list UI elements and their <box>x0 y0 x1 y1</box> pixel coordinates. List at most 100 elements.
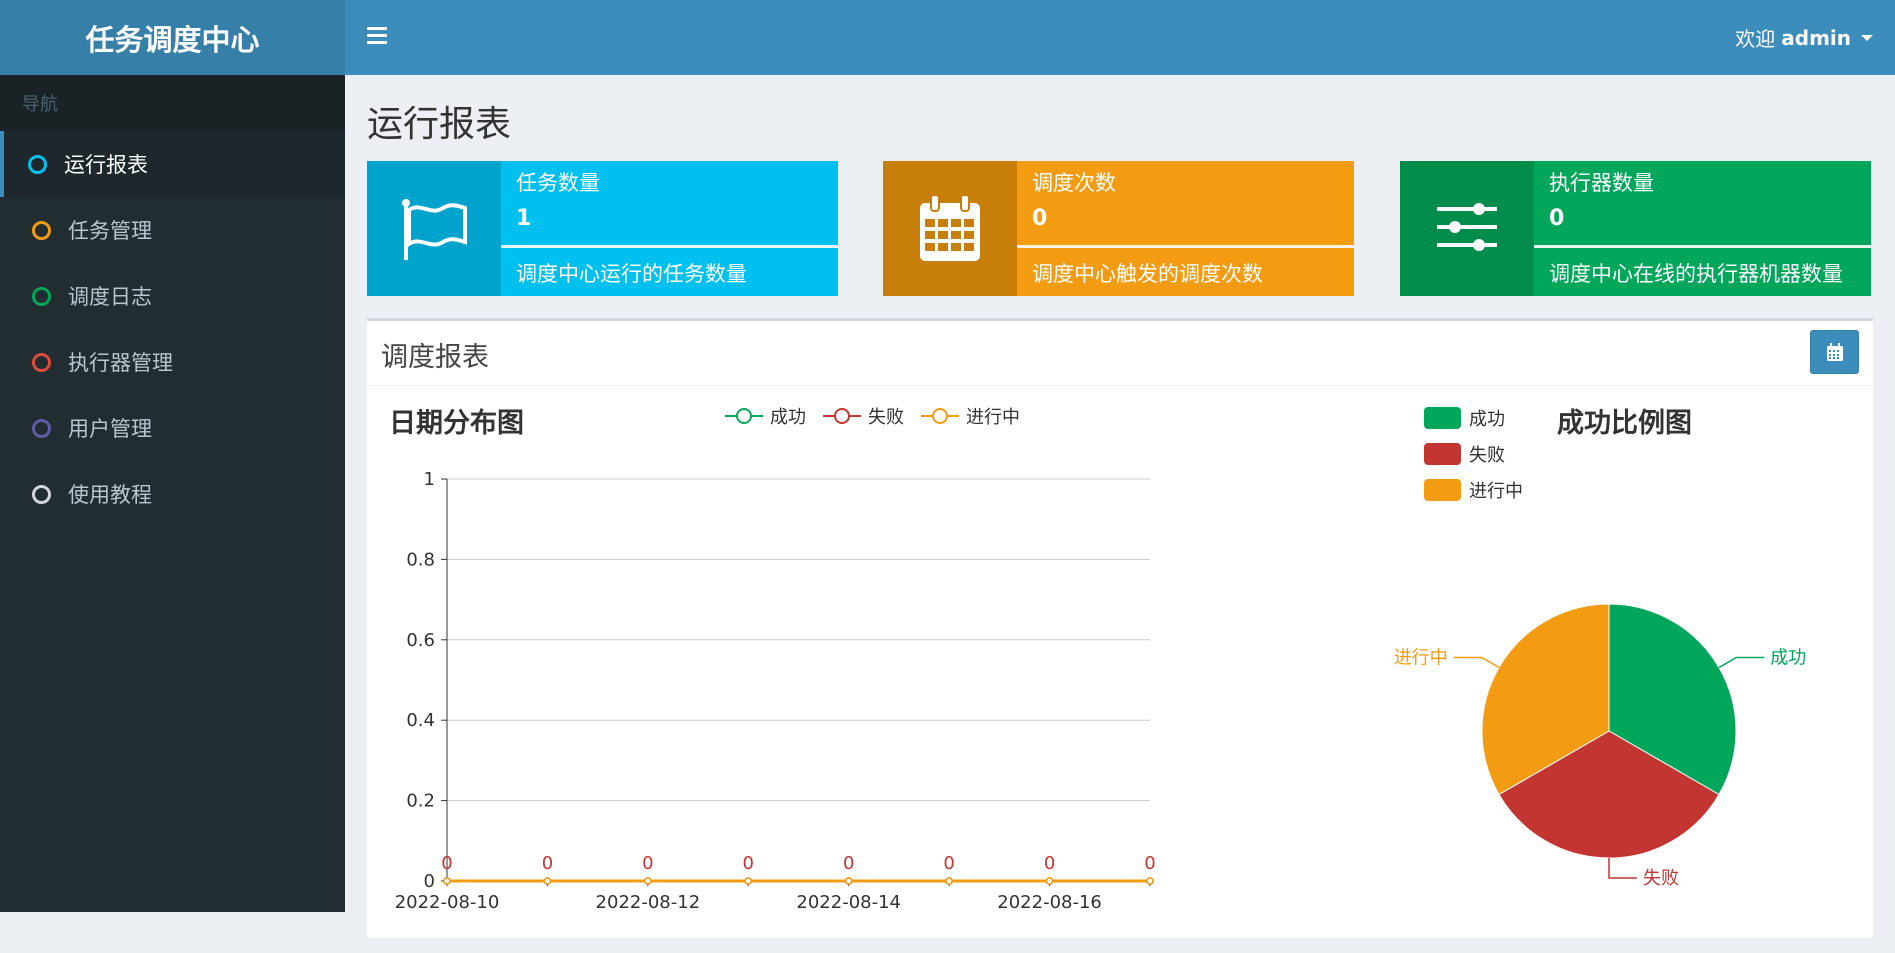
data-label: 0 <box>1044 853 1055 874</box>
series-point <box>844 877 853 885</box>
flag-icon-container <box>367 161 501 296</box>
circle-icon <box>32 352 51 372</box>
report-title: 调度报表 <box>381 342 489 373</box>
page-title: 运行报表 <box>367 104 512 145</box>
circle-icon <box>32 484 51 504</box>
sidebar-item-executors[interactable]: 执行器管理 <box>0 329 345 395</box>
sidebar-item-users[interactable]: 用户管理 <box>0 395 345 461</box>
pie-slice-label: 成功 <box>1770 648 1806 669</box>
circle-icon <box>32 286 51 306</box>
legend-item-fail[interactable]: 失败 <box>822 403 904 429</box>
sidebar-item-label: 执行器管理 <box>68 351 173 375</box>
y-tick-label: 1 <box>424 469 435 490</box>
pie-legend-item-fail[interactable]: 失败 <box>1424 441 1505 467</box>
top-header: 欢迎 admin <box>345 0 1895 75</box>
series-point <box>744 877 753 885</box>
calendar-icon <box>1826 342 1843 361</box>
data-label: 0 <box>642 853 653 874</box>
sidebar-item-label: 任务管理 <box>68 219 152 243</box>
pie-label-line <box>1718 656 1765 669</box>
data-label: 0 <box>542 853 553 874</box>
series-point <box>543 877 552 885</box>
y-tick-label: 0.4 <box>406 710 435 731</box>
circle-icon <box>32 418 51 438</box>
y-tick-label: 0 <box>424 871 435 892</box>
series-point <box>1045 877 1054 885</box>
data-label: 0 <box>843 853 854 874</box>
line-chart: 0 0.2 0.4 0.6 0.8 1 2022-08-10 2022-08-12 2022-0… <box>395 469 1156 913</box>
info-box-desc: 调度中心运行的任务数量 <box>516 262 747 286</box>
y-tick-label: 0.8 <box>406 549 435 570</box>
x-tick-label: 2022-08-12 <box>596 892 701 913</box>
data-label: 0 <box>943 853 954 874</box>
circle-icon <box>32 220 51 240</box>
line-chart-legend: 成功 失败 进行中 <box>724 403 1036 429</box>
info-box-label: 执行器数量 <box>1549 171 1654 195</box>
info-box-desc: 调度中心触发的调度次数 <box>1032 262 1263 286</box>
pie-label-line <box>1453 656 1500 669</box>
legend-line-fail <box>823 408 861 424</box>
pie-slice-label: 失败 <box>1643 868 1679 889</box>
user-menu[interactable]: 欢迎 admin <box>1735 0 1873 75</box>
date-range-button[interactable] <box>1810 330 1859 374</box>
pie-label-line <box>1608 858 1637 879</box>
x-tick-label: 2022-08-14 <box>796 892 901 913</box>
sliders-icon-container <box>1400 161 1534 296</box>
report-box: 调度报表 日期分布图 成功 失败 进行中 0 0.2 0.4 0.6 0.8 1… <box>367 318 1873 938</box>
sidebar-item-label: 运行报表 <box>64 153 148 177</box>
circle-icon <box>28 154 47 174</box>
calendar-icon-container <box>883 161 1017 296</box>
info-box-content: 执行器数量 0 调度中心在线的执行器机器数量 <box>1534 161 1871 296</box>
info-box-number: 0 <box>1032 206 1048 231</box>
info-box-number: 0 <box>1549 206 1565 231</box>
data-label: 0 <box>743 853 754 874</box>
sidebar-item-report[interactable]: 运行报表 <box>0 131 345 197</box>
pie-legend-label: 成功 <box>1469 409 1505 430</box>
legend-item-success[interactable]: 成功 <box>724 403 806 429</box>
sidebar-item-label: 使用教程 <box>68 483 152 507</box>
info-box-label: 任务数量 <box>516 171 600 195</box>
y-tick-label: 0.2 <box>406 791 435 812</box>
flag-icon <box>402 198 467 260</box>
sliders-icon <box>1437 202 1497 251</box>
legend-line-running <box>921 408 959 424</box>
legend-label: 进行中 <box>966 407 1020 428</box>
username: admin <box>1781 25 1851 50</box>
info-box-content: 调度次数 0 调度中心触发的调度次数 <box>1017 161 1354 296</box>
legend-item-running[interactable]: 进行中 <box>920 403 1020 429</box>
sidebar-item-logs[interactable]: 调度日志 <box>0 263 345 329</box>
legend-label: 失败 <box>868 407 904 428</box>
y-tick-label: 0.6 <box>406 630 435 651</box>
app-logo[interactable]: 任务调度中心 <box>0 0 345 75</box>
pie-swatch-success <box>1424 407 1461 429</box>
info-box-jobs: 任务数量 1 调度中心运行的任务数量 <box>367 161 838 296</box>
nav-list: 运行报表 任务管理 调度日志 执行器管理 用户管理 使用教程 <box>0 131 345 527</box>
calendar-icon <box>920 194 980 261</box>
legend-label: 成功 <box>770 407 806 428</box>
data-label: 0 <box>441 853 452 874</box>
sidebar: 任务调度中心 导航 运行报表 任务管理 调度日志 执行器管理 用户管理 使用教程 <box>0 0 345 912</box>
x-tick-label: 2022-08-10 <box>395 892 500 913</box>
series-point <box>945 877 953 885</box>
series-point <box>644 877 652 885</box>
sidebar-item-jobs[interactable]: 任务管理 <box>0 197 345 263</box>
pie-chart: 成功失败 进行中 <box>1394 603 1806 889</box>
x-tick-label: 2022-08-16 <box>997 892 1102 913</box>
info-box-number: 1 <box>516 206 532 231</box>
info-box-progress <box>1017 245 1354 248</box>
sidebar-item-label: 调度日志 <box>68 285 152 309</box>
pie-chart-title: 成功比例图 <box>1557 408 1692 439</box>
caret-down-icon <box>1861 34 1873 41</box>
welcome-text: 欢迎 <box>1735 27 1776 51</box>
menu-toggle-icon[interactable] <box>367 27 387 47</box>
sidebar-item-label: 用户管理 <box>68 417 152 441</box>
info-box-executors: 执行器数量 0 调度中心在线的执行器机器数量 <box>1400 161 1871 296</box>
data-label: 0 <box>1144 853 1155 874</box>
series-point <box>1146 877 1154 885</box>
main-content: 运行报表 任务数量 1 调度中心运行的任务数量 调度次数 0 调度中心触发的调度… <box>345 75 1895 938</box>
sidebar-item-help[interactable]: 使用教程 <box>0 461 345 527</box>
pie-slice-label: 进行中 <box>1394 648 1448 669</box>
info-box-progress <box>1534 245 1871 248</box>
nav-header: 导航 <box>0 75 345 131</box>
pie-legend-item-success[interactable]: 成功 <box>1424 405 1505 431</box>
